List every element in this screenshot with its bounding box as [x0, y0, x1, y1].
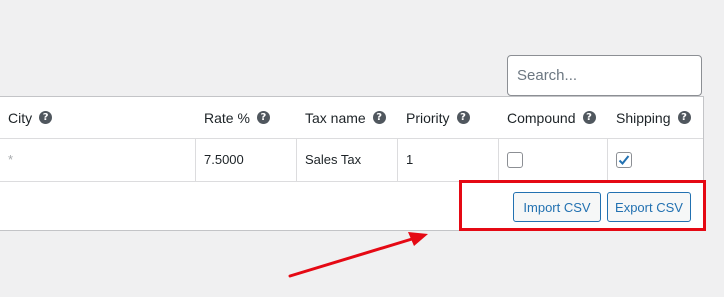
annotation-arrow [288, 232, 428, 278]
annotation-arrow-shaft [288, 237, 414, 278]
annotation-arrow-head [408, 232, 428, 246]
